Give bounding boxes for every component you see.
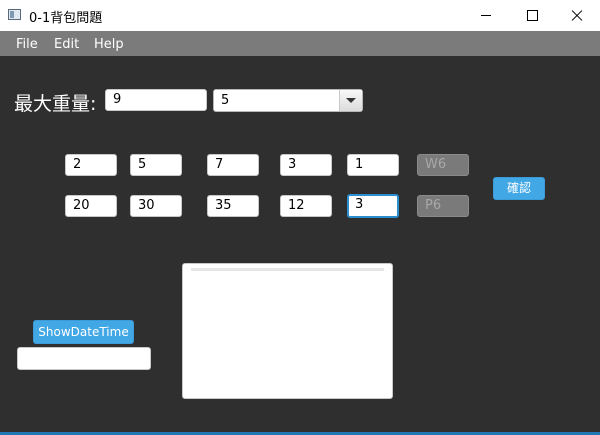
max-weight-input[interactable]: 9 xyxy=(105,89,207,111)
value-input-3[interactable]: 35 xyxy=(207,195,259,217)
show-datetime-button[interactable]: ShowDateTime xyxy=(33,320,134,344)
value-input-6: P6 xyxy=(417,195,469,217)
maximize-icon[interactable] xyxy=(509,0,555,31)
menu-bar: File Edit Help xyxy=(0,31,600,56)
app-icon xyxy=(8,9,21,20)
confirm-button[interactable]: 確認 xyxy=(493,177,545,200)
weight-input-3[interactable]: 7 xyxy=(207,154,259,176)
max-weight-label: 最大重量: xyxy=(14,93,97,115)
menu-edit[interactable]: Edit xyxy=(54,37,79,52)
text-area-scrollbar[interactable] xyxy=(191,268,384,271)
title-bar: 0-1背包問題 xyxy=(0,0,600,31)
value-input-4[interactable]: 12 xyxy=(280,195,332,217)
value-input-1[interactable]: 20 xyxy=(65,195,117,217)
weight-input-1[interactable]: 2 xyxy=(65,154,117,176)
weight-input-6: W6 xyxy=(417,154,469,176)
minimize-icon[interactable] xyxy=(463,0,509,31)
item-count-value: 5 xyxy=(221,93,230,108)
result-text-area[interactable] xyxy=(182,263,393,399)
weight-input-5[interactable]: 1 xyxy=(347,154,399,176)
weight-input-4[interactable]: 3 xyxy=(280,154,332,176)
value-input-2[interactable]: 30 xyxy=(130,195,182,217)
window-title: 0-1背包問題 xyxy=(29,11,103,26)
item-count-select[interactable]: 5 xyxy=(213,89,363,112)
datetime-output-field[interactable] xyxy=(17,347,151,370)
menu-help[interactable]: Help xyxy=(94,37,124,52)
menu-file[interactable]: File xyxy=(16,37,38,52)
weight-input-2[interactable]: 5 xyxy=(130,154,182,176)
close-icon[interactable] xyxy=(554,0,600,31)
chevron-down-icon[interactable] xyxy=(339,90,362,111)
value-input-5[interactable]: 3 xyxy=(347,194,399,218)
